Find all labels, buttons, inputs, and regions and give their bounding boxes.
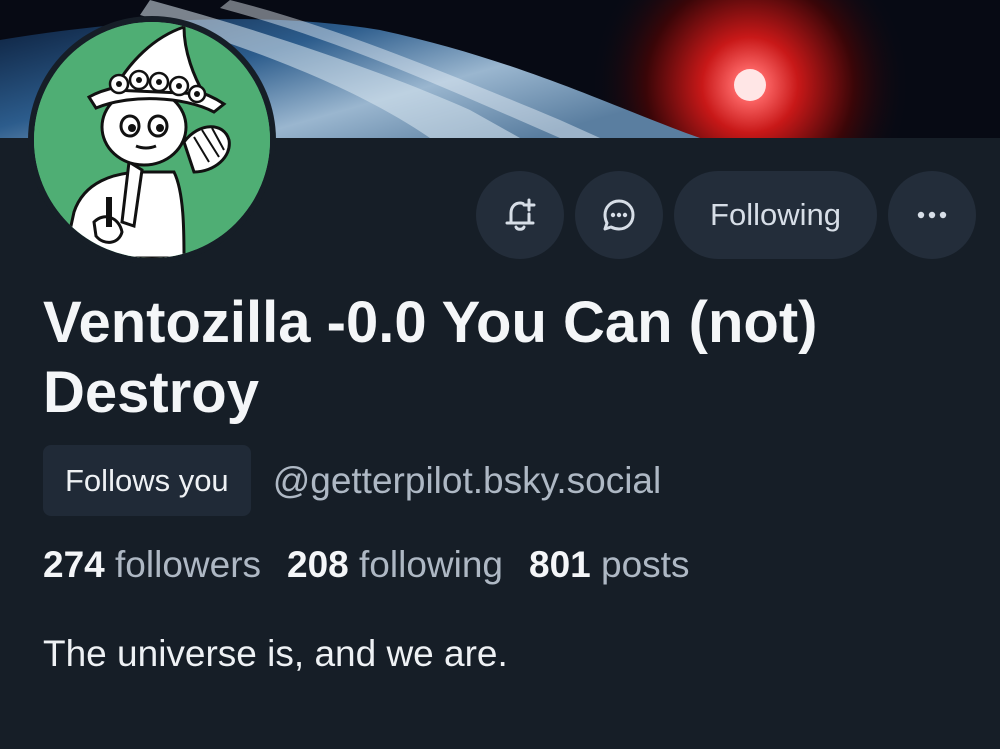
avatar-image [34,22,270,258]
profile-actions: Following [476,171,976,259]
profile-handle-row: Follows you @getterpilot.bsky.social [43,445,661,516]
following-count: 208 [287,544,349,585]
posts-count: 801 [529,544,591,585]
followers-label: followers [115,544,262,585]
message-button[interactable] [575,171,664,259]
profile-bio: The universe is, and we are. [43,633,508,674]
posts-label: posts [601,544,690,585]
following-stat[interactable]: 208 following [287,544,503,586]
following-button-label: Following [710,197,841,232]
following-label: following [359,544,504,585]
follows-you-badge: Follows you [43,445,251,516]
ellipsis-icon [917,211,947,219]
following-button[interactable]: Following [674,171,877,259]
chat-bubble-icon [603,199,635,231]
posts-stat: 801 posts [529,544,689,586]
followers-count: 274 [43,544,105,585]
profile-handle: @getterpilot.bsky.social [272,459,662,501]
profile-avatar[interactable] [28,16,276,264]
subscribe-notifications-button[interactable] [476,171,565,259]
profile-stats: 274 followers 208 following 801 posts [43,544,689,586]
more-options-button[interactable] [888,171,976,259]
followers-stat[interactable]: 274 followers [43,544,261,586]
bell-plus-icon [505,198,536,231]
follows-you-label: Follows you [65,462,229,498]
profile-display-name: Ventozilla -0.0 You Can (not) Destroy [43,290,818,425]
